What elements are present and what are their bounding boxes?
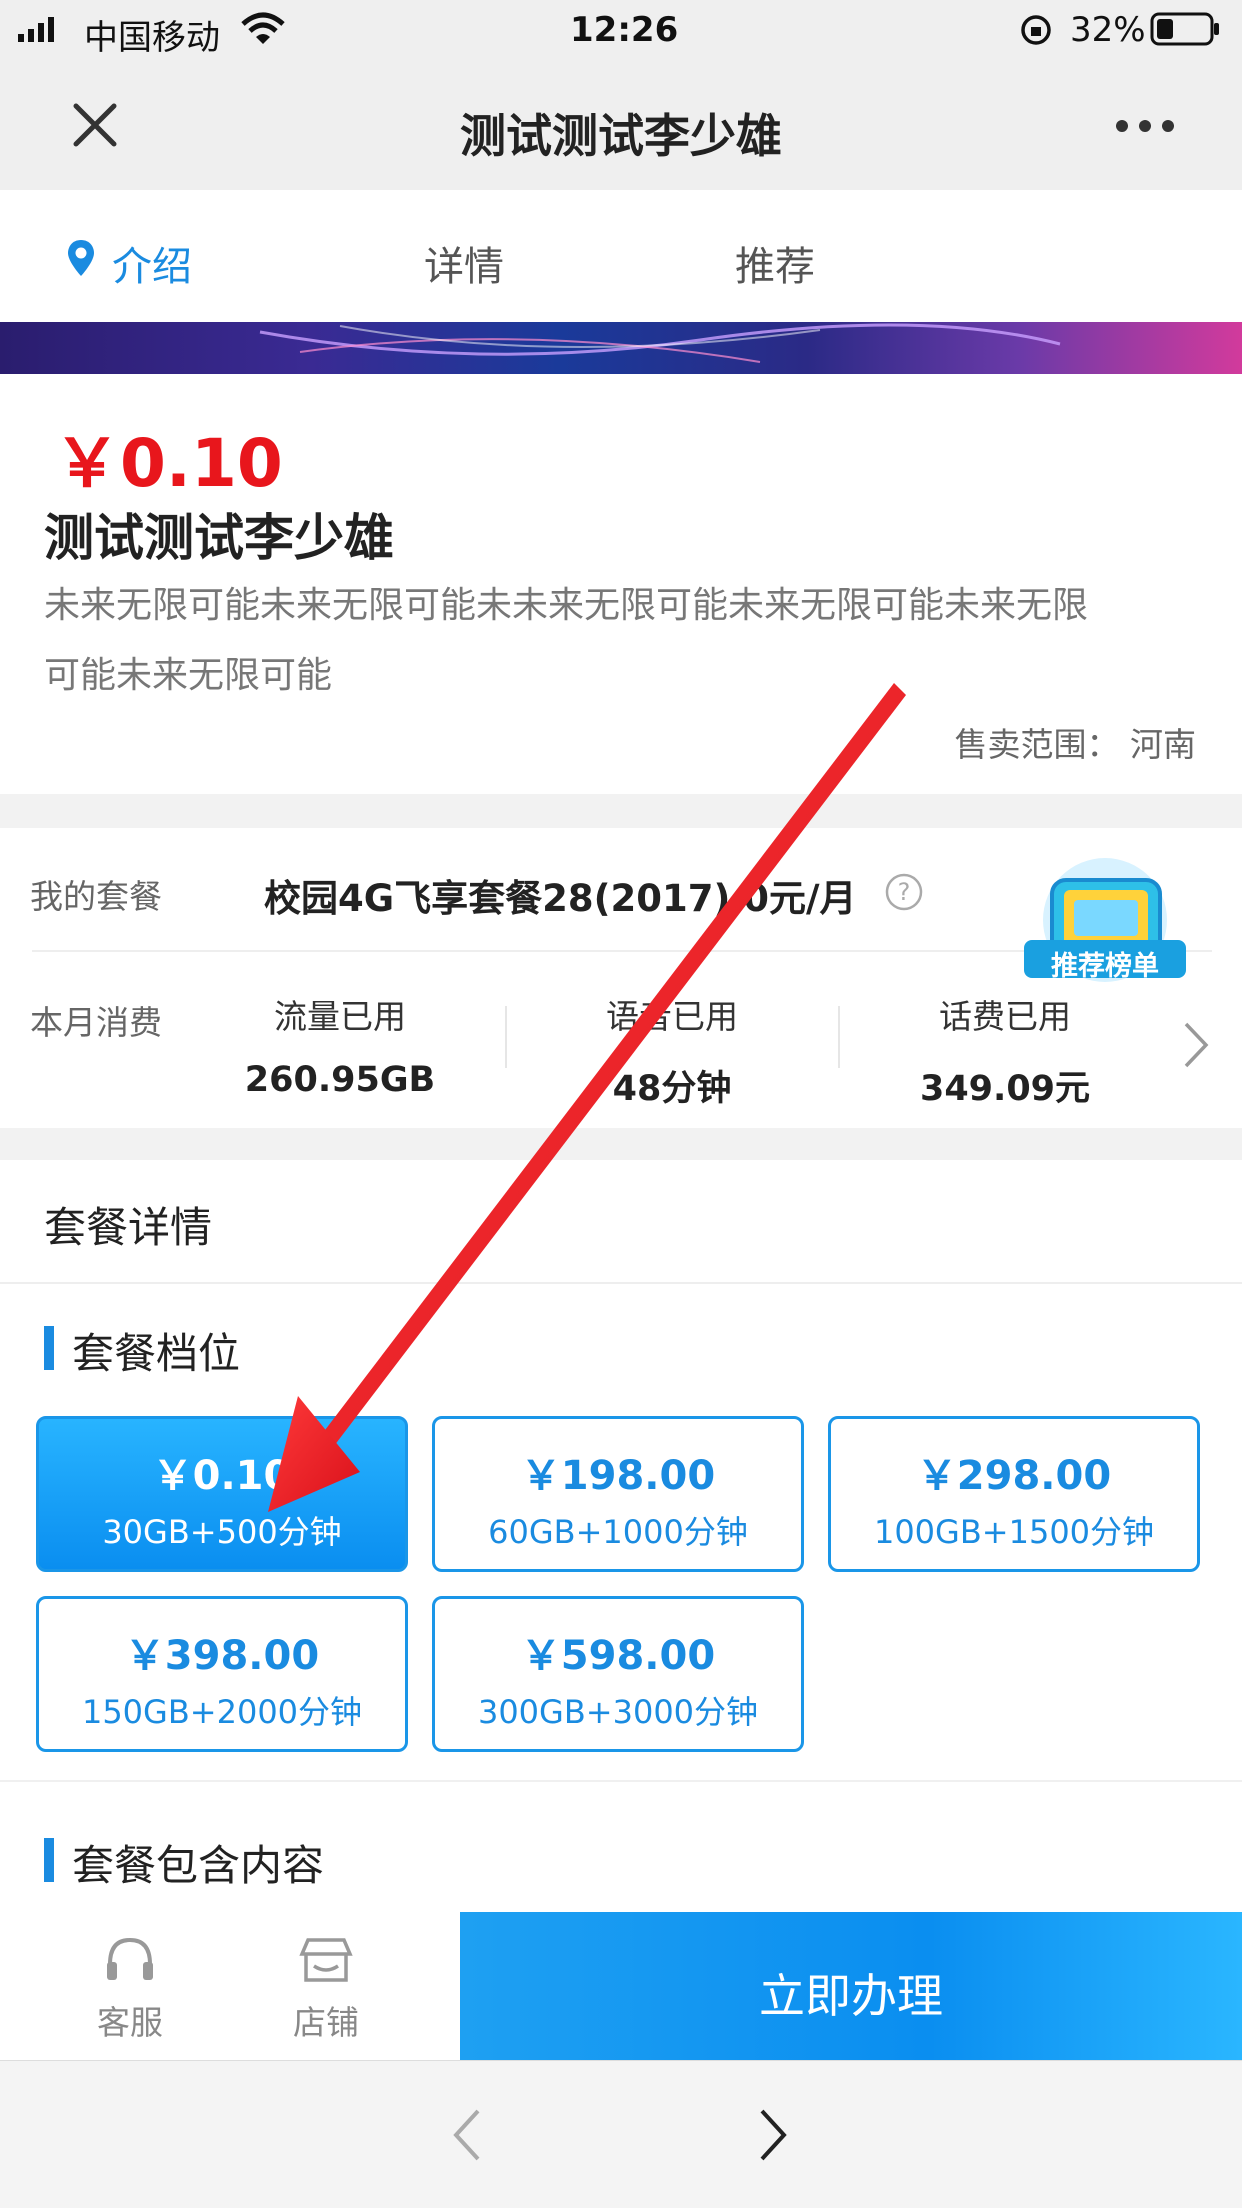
contents-title: 套餐包含内容 [72,1841,325,1890]
divider [505,1006,507,1068]
stat-data: 流量已用 260.95GB [190,990,490,1100]
divider [838,1006,840,1068]
stat-fee: 话费已用 349.09元 [855,990,1155,1111]
more-icon[interactable] [1114,118,1176,134]
tier-desc: 150GB+2000分钟 [81,1693,363,1731]
apply-now-button[interactable]: 立即办理 [460,1912,1242,2060]
section-marker [44,1326,54,1370]
stat-value: 349.09元 [919,1069,1091,1109]
tab-label: 介绍 [112,244,192,290]
product-name: 测试测试李少雄 [44,509,394,567]
service-label: 客服 [97,2003,163,2042]
apply-now-label: 立即办理 [759,1969,943,2023]
my-plan-value: 校园4G飞享套餐28(2017) 0元/月 [264,877,857,920]
clock: 12:26 [570,10,679,50]
back-icon[interactable] [450,2107,484,2163]
signal-icon [18,17,54,42]
details-header: 套餐详情 [44,1203,213,1252]
tier-option[interactable]: ￥198.00 60GB+1000分钟 [432,1416,804,1572]
stat-voice: 语音已用 48分钟 [522,990,822,1111]
status-bar: 中国移动 12:26 32% [0,0,1242,60]
tier-desc: 100GB+1500分钟 [873,1513,1155,1551]
browser-toolbar [0,2060,1242,2208]
carrier-name: 中国移动 [84,18,220,58]
service-button[interactable]: 客服 [80,1934,180,2044]
tier-option[interactable]: ￥0.10 30GB+500分钟 [36,1416,408,1572]
svg-text:?: ? [898,878,911,906]
forward-icon[interactable] [756,2107,790,2163]
stat-label: 语音已用 [606,997,738,1036]
tier-price: ￥0.10 [152,1453,292,1499]
product-description-cont: 可能未来无限可能 [44,655,333,696]
location-pin-icon [68,240,94,276]
tier-price: ￥598.00 [520,1633,716,1679]
shop-button[interactable]: 店铺 [276,1934,376,2044]
chevron-right-icon[interactable] [1182,1020,1210,1070]
tier-price: ￥398.00 [124,1633,320,1679]
tier-title: 套餐档位 [72,1329,241,1378]
product-card: ￥0.10 测试测试李少雄 未来无限可能未来无限可能未未来无限可能未来无限可能未… [0,374,1242,794]
stat-value: 48分钟 [612,1069,732,1109]
tier-desc: 60GB+1000分钟 [488,1513,748,1551]
my-plan-label: 我的套餐 [30,877,162,916]
tab-recommend[interactable]: 推荐 [735,234,815,292]
store-icon [299,1938,353,1982]
tier-price: ￥298.00 [916,1453,1112,1499]
tab-bar: 介绍 详情 推荐 [0,190,1242,322]
plan-details-card: 套餐详情 套餐档位 ￥0.10 30GB+500分钟 ￥198.00 60GB+… [0,1160,1242,1780]
tier-desc: 30GB+500分钟 [102,1513,342,1551]
badge-label: 推荐榜单 [1051,951,1159,982]
tier-option[interactable]: ￥598.00 300GB+3000分钟 [432,1596,804,1752]
stat-value: 260.95GB [244,1060,436,1100]
tier-desc: 300GB+3000分钟 [477,1693,759,1731]
tier-option[interactable]: ￥398.00 150GB+2000分钟 [36,1596,408,1752]
product-price: ￥0.10 [54,425,283,502]
help-icon[interactable]: ? [884,872,924,912]
divider [0,1282,1242,1284]
stat-label: 话费已用 [939,997,1071,1036]
bottom-action-bar: 客服 店铺 立即办理 [0,1912,1242,2060]
headset-icon [107,1937,153,1980]
shop-label: 店铺 [293,2003,359,2042]
tier-price: ￥198.00 [520,1453,716,1499]
tab-details[interactable]: 详情 [424,234,504,292]
battery-percent: 32% [1070,10,1146,50]
battery-icon [1150,12,1219,46]
product-description: 未来无限可能未来无限可能未未来无限可能未来无限可能未来无限 [44,585,1089,626]
tv-icon [1024,858,1186,982]
banner-image [0,322,1242,374]
stat-label: 流量已用 [274,997,406,1036]
nav-bar: 测试测试李少雄 [0,60,1242,190]
contents-section: 套餐包含内容 [0,1780,1242,1912]
month-usage-label: 本月消费 [30,1003,162,1042]
recommend-ranking-badge[interactable]: 推荐榜单 [1020,858,1190,1008]
sale-range: 售卖范围： 河南 [954,725,1197,764]
tier-option[interactable]: ￥298.00 100GB+1500分钟 [828,1416,1200,1572]
rotation-lock-icon [1021,15,1051,45]
wifi-icon [241,12,285,44]
section-marker [44,1838,54,1882]
my-plan-card: 我的套餐 校园4G飞享套餐28(2017) 0元/月 ? 推荐榜单 本月消费 流… [0,828,1242,1128]
page-title: 测试测试李少雄 [460,109,782,163]
